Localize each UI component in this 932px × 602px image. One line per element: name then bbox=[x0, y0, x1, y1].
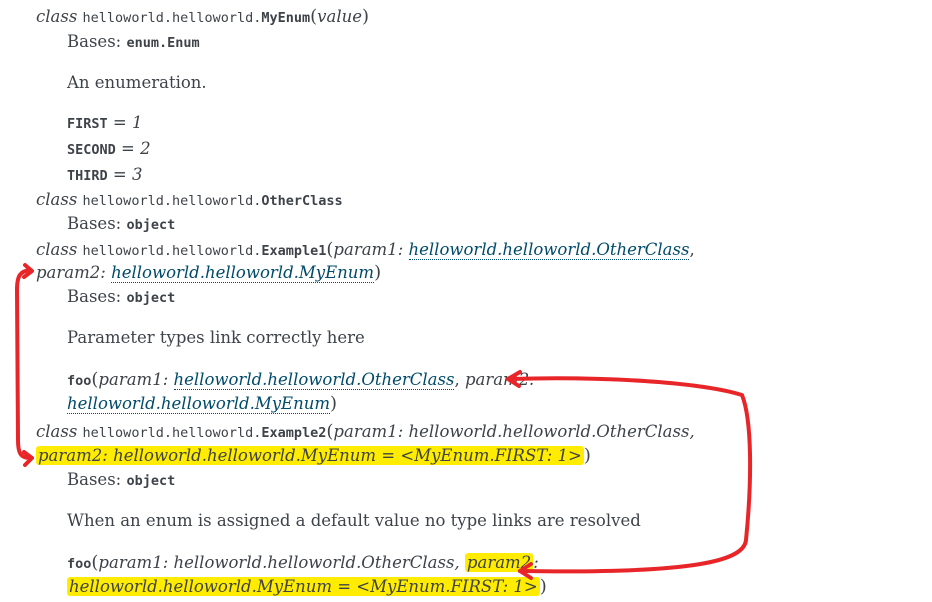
class-keyword: class bbox=[36, 422, 78, 441]
base-class: object bbox=[126, 473, 176, 489]
class-signature-example1: class helloworld.helloworld.Example1(par… bbox=[36, 239, 695, 260]
param: param2: bbox=[36, 263, 112, 282]
type-link-otherclass[interactable]: helloworld.helloworld.OtherClass bbox=[173, 370, 455, 390]
class-description: When an enum is assigned a default value… bbox=[67, 511, 641, 530]
class-signature-myenum: class helloworld.helloworld.MyEnum(value… bbox=[36, 6, 370, 27]
param-unlinked: param1: helloworld.helloworld.OtherClass… bbox=[333, 422, 695, 441]
bases-line: Bases: object bbox=[67, 214, 176, 233]
module-path: helloworld.helloworld. bbox=[82, 193, 262, 209]
class-keyword: class bbox=[36, 190, 78, 209]
param: value bbox=[317, 7, 362, 26]
enum-member: FIRST = 1 bbox=[67, 113, 143, 132]
method-signature-foo: foo(param1: helloworld.helloworld.OtherC… bbox=[67, 552, 539, 573]
arrowhead bbox=[22, 450, 34, 467]
signature-continuation: param2: helloworld.helloworld.MyEnum) bbox=[36, 262, 382, 283]
enum-member: SECOND = 2 bbox=[67, 139, 151, 158]
enum-member: THIRD = 3 bbox=[67, 165, 143, 184]
class-name: OtherClass bbox=[261, 193, 343, 209]
base-class: enum.Enum bbox=[126, 35, 200, 51]
param: param1: bbox=[333, 240, 409, 259]
class-description: An enumeration. bbox=[67, 73, 207, 92]
param: param1: bbox=[98, 370, 174, 389]
method-name: foo bbox=[67, 556, 92, 572]
highlighted-param: helloworld.helloworld.MyEnum = <MyEnum.F… bbox=[67, 577, 540, 596]
highlighted-param-name: param2 bbox=[464, 553, 534, 572]
class-signature-otherclass: class helloworld.helloworld.OtherClass bbox=[36, 189, 343, 212]
class-name: Example1 bbox=[261, 243, 327, 259]
base-class: object bbox=[126, 290, 176, 306]
class-name: Example2 bbox=[261, 425, 327, 441]
base-class: object bbox=[126, 217, 176, 233]
type-link-myenum[interactable]: helloworld.helloworld.MyEnum bbox=[67, 394, 330, 414]
signature-continuation: helloworld.helloworld.MyEnum = <MyEnum.F… bbox=[67, 576, 547, 597]
class-signature-example2: class helloworld.helloworld.Example2(par… bbox=[36, 421, 695, 442]
param: param2: bbox=[464, 370, 535, 389]
param-unlinked: param1: helloworld.helloworld.OtherClass… bbox=[98, 553, 465, 572]
type-link-otherclass[interactable]: helloworld.helloworld.OtherClass bbox=[408, 240, 690, 260]
signature-continuation: param2: helloworld.helloworld.MyEnum = <… bbox=[36, 445, 591, 466]
arrowhead bbox=[22, 263, 34, 279]
method-signature-foo: foo(param1: helloworld.helloworld.OtherC… bbox=[67, 369, 535, 390]
signature-continuation: helloworld.helloworld.MyEnum) bbox=[67, 393, 338, 414]
left-bracket-arrow bbox=[15, 268, 32, 460]
module-path: helloworld.helloworld. bbox=[82, 10, 262, 26]
class-keyword: class bbox=[36, 7, 78, 26]
class-description: Parameter types link correctly here bbox=[67, 328, 365, 347]
bases-line: Bases: enum.Enum bbox=[67, 32, 200, 51]
bases-line: Bases: object bbox=[67, 470, 176, 489]
highlighted-param: param2: helloworld.helloworld.MyEnum = <… bbox=[36, 446, 584, 465]
class-keyword: class bbox=[36, 240, 78, 259]
module-path: helloworld.helloworld. bbox=[82, 425, 262, 441]
type-link-myenum[interactable]: helloworld.helloworld.MyEnum bbox=[111, 263, 375, 283]
bases-line: Bases: object bbox=[67, 287, 176, 306]
class-name: MyEnum bbox=[261, 10, 311, 26]
method-name: foo bbox=[67, 373, 92, 389]
right-loop-arrow bbox=[508, 376, 753, 574]
module-path: helloworld.helloworld. bbox=[82, 243, 262, 259]
